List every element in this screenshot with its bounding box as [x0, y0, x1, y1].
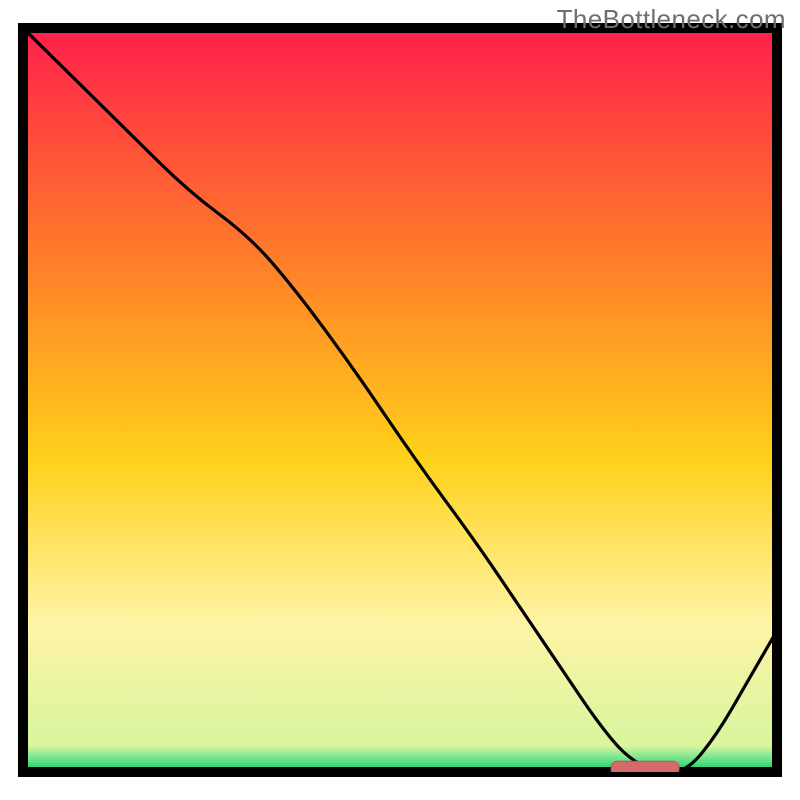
chart-frame: TheBottleneck.com — [0, 0, 800, 800]
chart-svg — [0, 0, 800, 800]
watermark-text: TheBottleneck.com — [557, 4, 786, 35]
